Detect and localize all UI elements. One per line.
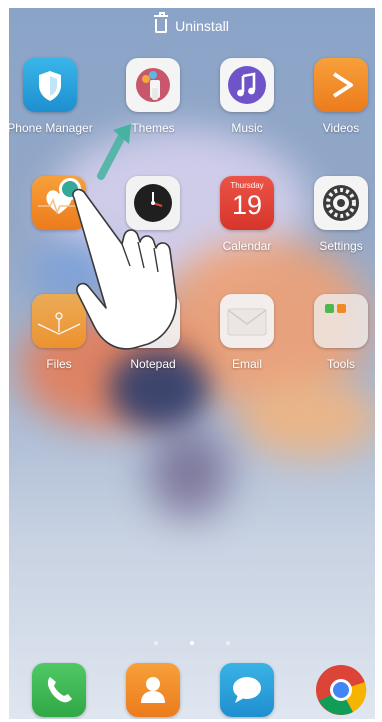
hand-pointer-icon (72, 188, 178, 350)
app-label: Email (231, 357, 262, 371)
wallpaper-splash (239, 378, 375, 458)
app-label: Notepad (130, 357, 176, 371)
folder-grid-icon (314, 294, 368, 348)
dock-contacts[interactable] (126, 663, 180, 717)
drag-up-arrow-icon (97, 124, 131, 180)
app-label: Calendar (222, 239, 272, 253)
home-screen: Uninstall Phone Manager Themes Music Vid… (9, 8, 375, 719)
app-music[interactable]: Music (202, 58, 292, 135)
gear-icon (314, 176, 368, 230)
page-dot-active (190, 641, 194, 645)
calendar-date: 19 (231, 190, 263, 220)
contact-icon (141, 677, 165, 703)
app-label: Videos (322, 121, 360, 135)
uninstall-bar[interactable]: Uninstall (9, 8, 375, 44)
music-note-icon (220, 58, 274, 112)
dock-chrome[interactable] (314, 663, 368, 717)
device-frame: Uninstall Phone Manager Themes Music Vid… (0, 0, 382, 722)
dock-messages[interactable] (220, 663, 274, 717)
app-calendar[interactable]: Thursday 19 Calendar (202, 176, 292, 253)
trash-icon (154, 12, 169, 33)
envelope-icon (220, 294, 274, 348)
app-tools[interactable]: Tools (296, 294, 375, 371)
app-label: Files (46, 357, 72, 371)
page-indicator[interactable] (9, 641, 375, 645)
shield-icon (23, 58, 77, 112)
dock-phone[interactable] (32, 663, 86, 717)
chat-bubble-icon (233, 677, 261, 703)
app-label: Phone Manager (9, 121, 93, 135)
calendar-weekday: Thursday (230, 181, 264, 190)
app-label: Tools (326, 357, 355, 371)
chrome-icon (316, 665, 367, 715)
page-dot (226, 641, 230, 645)
uninstall-label: Uninstall (175, 18, 229, 34)
wallpaper-splash (149, 428, 229, 518)
app-phone-manager[interactable]: Phone Manager (9, 58, 95, 135)
app-videos[interactable]: Videos (296, 58, 375, 135)
phone-icon (47, 677, 72, 703)
app-settings[interactable]: Settings (296, 176, 375, 253)
app-email[interactable]: Email (202, 294, 292, 371)
play-icon (314, 58, 368, 112)
app-label: Settings (319, 239, 363, 253)
app-label: Music (231, 121, 263, 135)
calendar-icon: Thursday 19 (220, 176, 274, 230)
brush-icon (126, 58, 180, 112)
page-dot (154, 641, 158, 645)
